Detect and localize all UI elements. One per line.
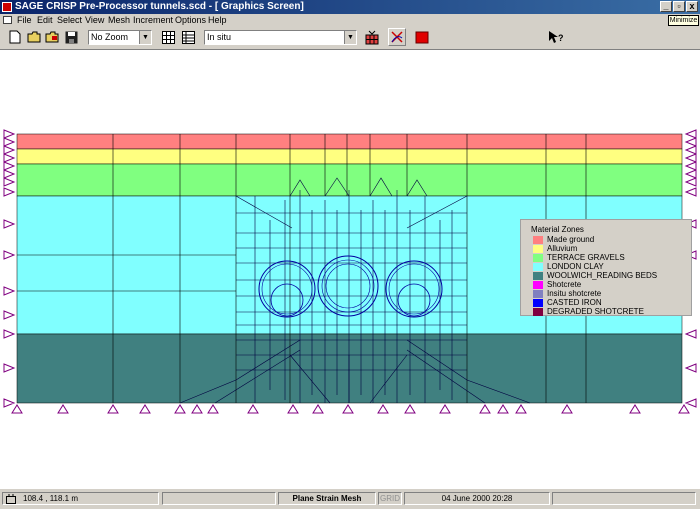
legend-swatch: [533, 290, 543, 298]
grid-view-icon[interactable]: [160, 29, 176, 45]
coordinates-readout: 108.4 , 118.1 m: [23, 494, 78, 503]
grid-status[interactable]: GRID: [378, 492, 402, 505]
chevron-down-icon[interactable]: ▼: [344, 31, 356, 44]
legend-swatch: [533, 254, 543, 262]
table-view-icon[interactable]: [180, 29, 196, 45]
open-folder-icon[interactable]: [26, 29, 42, 45]
status-bar: 108.4 , 118.1 m Plane Strain Mesh GRID 0…: [0, 488, 700, 509]
title-bar: SAGE CRISP Pre-Processor tunnels.scd - […: [0, 0, 700, 14]
chevron-down-icon[interactable]: ▼: [139, 31, 151, 44]
mesh-elements-icon[interactable]: [364, 29, 380, 45]
legend-title: Material Zones: [531, 225, 584, 234]
open-model-icon[interactable]: [44, 29, 60, 45]
menu-help[interactable]: Help: [208, 14, 227, 26]
stage-select[interactable]: In situ ▼: [204, 30, 357, 45]
legend-swatch: [533, 281, 543, 289]
mesh-mode-status: Plane Strain Mesh: [278, 492, 376, 505]
legend-swatch: [533, 308, 543, 316]
context-help-icon[interactable]: ?: [548, 29, 564, 45]
legend-swatch: [533, 272, 543, 280]
minimize-tooltip: Minimize: [668, 15, 699, 26]
legend-swatch: [533, 263, 543, 271]
restore-button[interactable]: ▫: [673, 1, 685, 12]
made-ground-layer: [16, 133, 683, 150]
legend-swatch: [533, 299, 543, 307]
bottom-boundary-supports: [11, 404, 690, 414]
toolbar: No Zoom ▼ In situ ▼ ?: [0, 26, 700, 50]
zoom-select[interactable]: No Zoom ▼: [88, 30, 152, 45]
red-block-icon[interactable]: [414, 29, 430, 45]
new-file-icon[interactable]: [7, 29, 23, 45]
coordinates-panel: 108.4 , 118.1 m: [2, 492, 159, 505]
menu-edit[interactable]: Edit: [37, 14, 53, 26]
graph-plot-icon[interactable]: [388, 28, 406, 46]
save-icon[interactable]: [63, 29, 79, 45]
cursor-position-icon: [6, 494, 16, 504]
menu-mesh[interactable]: Mesh: [108, 14, 130, 26]
menu-increment[interactable]: Increment: [133, 14, 173, 26]
document-icon[interactable]: [3, 16, 12, 24]
menu-bar: File Edit Select View Mesh Increment Opt…: [0, 14, 700, 26]
close-button[interactable]: x: [686, 1, 698, 12]
window-title: SAGE CRISP Pre-Processor tunnels.scd - […: [15, 1, 304, 12]
material-zones-legend: Material Zones Made ground Alluvium TERR…: [520, 219, 692, 316]
datetime-status: 04 June 2000 20:28: [404, 492, 550, 505]
svg-text:?: ?: [558, 33, 564, 43]
app-icon[interactable]: [2, 2, 12, 12]
menu-view[interactable]: View: [85, 14, 104, 26]
menu-select[interactable]: Select: [57, 14, 82, 26]
minimize-button[interactable]: _: [660, 1, 672, 12]
menu-file[interactable]: File: [17, 14, 32, 26]
woolwich-reading-beds-layer: [16, 333, 683, 404]
legend-swatch: [533, 245, 543, 253]
stage-value: In situ: [207, 32, 232, 42]
menu-options[interactable]: Options: [175, 14, 206, 26]
alluvium-layer: [16, 148, 683, 165]
status-panel-spare: [552, 492, 696, 505]
legend-swatch: [533, 236, 543, 244]
status-panel-empty: [162, 492, 276, 505]
terrace-gravels-layer: [16, 163, 683, 197]
left-boundary-supports: [3, 129, 16, 408]
zoom-value: No Zoom: [91, 32, 129, 42]
